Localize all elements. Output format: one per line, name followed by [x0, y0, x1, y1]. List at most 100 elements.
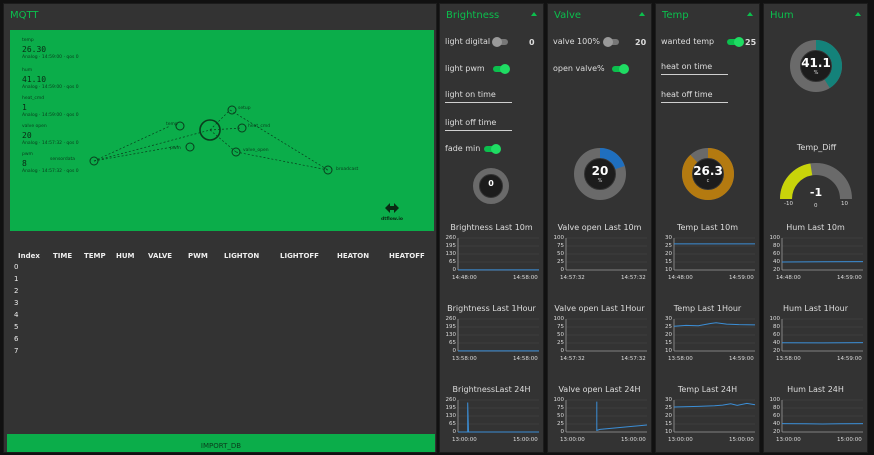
open-valve-label: open valve% — [553, 64, 605, 73]
y-tick-label: 260 — [445, 235, 457, 241]
flow-node-pwm — [185, 142, 195, 152]
table-header[interactable]: TEMP — [84, 252, 106, 260]
x-tick-label: 15:00:00 — [729, 437, 754, 443]
chart-title: Brightness Last 1Hour — [447, 304, 536, 313]
table-header[interactable]: PWM — [188, 252, 208, 260]
y-tick-label: 20 — [665, 413, 672, 419]
valve-switch-label: valve 100% — [553, 37, 600, 46]
temp-diff-max: 10 — [841, 201, 848, 207]
y-tick-label: 40 — [773, 340, 780, 346]
x-tick-label: 15:00:00 — [837, 437, 862, 443]
table-header[interactable]: HEATON — [337, 252, 369, 260]
y-tick-label: 130 — [445, 251, 457, 257]
y-tick-label: 60 — [773, 251, 780, 257]
temp-diff-mid: 0 — [814, 203, 818, 209]
x-tick-label: 14:57:32 — [621, 356, 646, 362]
valve-gauge-value: 20 — [591, 164, 609, 178]
light-on-time-field[interactable]: light on time — [445, 90, 512, 103]
y-tick-label: 0 — [560, 348, 565, 354]
light-digital-label: light digital — [445, 37, 491, 46]
table-row-index: 0 — [14, 263, 19, 271]
y-tick-label: 130 — [445, 332, 457, 338]
light-pwm-label: light pwm — [445, 64, 485, 73]
collapse-icon[interactable] — [855, 12, 861, 16]
x-tick-label: 13:00:00 — [560, 437, 585, 443]
mqtt-title: MQTT — [10, 10, 39, 21]
y-tick-label: 30 — [665, 316, 672, 322]
hum-gauge-value: 41.1 — [801, 56, 831, 70]
y-tick-label: 25 — [665, 243, 672, 249]
brightness-gauge-value: 0 — [488, 179, 494, 188]
temp-diff-min: -10 — [784, 201, 793, 207]
y-tick-label: 100 — [553, 316, 565, 322]
flow-node-label: pwm — [170, 146, 181, 151]
table-row-index: 4 — [14, 311, 19, 319]
flow-graph — [89, 105, 333, 175]
chart-title: Valve open Last 1Hour — [554, 304, 645, 313]
fade-min-label: fade min — [445, 144, 481, 153]
table-row-index: 1 — [14, 275, 19, 283]
heat-off-time-field[interactable]: heat off time — [661, 90, 728, 103]
mqtt-card: MQTT temp 26.30 Analog · 14:59:00 · qos 0h… — [3, 3, 437, 453]
y-tick-label: 75 — [557, 405, 564, 411]
table-header[interactable]: VALVE — [148, 252, 172, 260]
hum-gauge-unit: % — [813, 70, 819, 76]
brightness-title: Brightness — [446, 10, 500, 21]
chart-title: Hum Last 1Hour — [783, 304, 848, 313]
y-tick-label: 65 — [449, 340, 456, 346]
flow-node-setup — [227, 105, 237, 115]
table-header[interactable]: Index — [18, 252, 40, 260]
chart-title: Hum Last 10m — [786, 223, 845, 232]
x-tick-label: 13:58:00 — [776, 356, 801, 362]
table-row-index: 5 — [14, 323, 19, 331]
y-tick-label: 60 — [773, 332, 780, 338]
table-row-index: 2 — [14, 287, 19, 295]
y-tick-label: 75 — [557, 243, 564, 249]
valve-gauge-unit: % — [597, 178, 603, 184]
valve-title: Valve — [554, 10, 582, 21]
x-tick-label: 15:00:00 — [621, 437, 646, 443]
chart-title: Valve open Last 24H — [558, 385, 641, 394]
y-tick-label: 0 — [560, 267, 565, 273]
y-tick-label: 20 — [773, 267, 780, 273]
collapse-icon[interactable] — [531, 12, 537, 16]
y-tick-label: 0 — [452, 429, 457, 435]
chart-title: BrightnessLast 24H — [452, 385, 531, 394]
table-header[interactable]: HEATOFF — [389, 252, 425, 260]
temp-title: Temp — [662, 10, 689, 21]
y-tick-label: 80 — [773, 243, 780, 249]
light-off-time-field[interactable]: light off time — [445, 118, 512, 131]
x-tick-label: 14:48:00 — [452, 275, 477, 281]
wanted-temp-value: 25 — [745, 38, 757, 47]
table-header[interactable]: HUM — [116, 252, 135, 260]
y-tick-label: 25 — [665, 324, 672, 330]
heat-on-time-field[interactable]: heat on time — [661, 62, 728, 75]
wanted-temp-label: wanted temp — [661, 37, 715, 46]
flow-node-label: setup — [238, 106, 251, 111]
hum-title: Hum — [770, 10, 794, 21]
x-tick-label: 14:57:32 — [621, 275, 646, 281]
collapse-icon[interactable] — [747, 12, 753, 16]
table-header[interactable]: LIGHTON — [224, 252, 259, 260]
x-tick-label: 13:00:00 — [776, 437, 801, 443]
x-tick-label: 15:00:00 — [513, 437, 538, 443]
collapse-icon[interactable] — [639, 12, 645, 16]
chart-title: Temp Last 24H — [677, 385, 738, 394]
flow-view[interactable]: temp 26.30 Analog · 14:59:00 · qos 0 hum 41.… — [10, 30, 434, 231]
y-tick-label: 0 — [452, 348, 457, 354]
x-tick-label: 14:58:00 — [513, 356, 538, 362]
import-db-button[interactable]: IMPORT_DB — [7, 434, 435, 452]
table-header[interactable]: LIGHTOFF — [280, 252, 319, 260]
y-tick-label: 195 — [445, 324, 457, 330]
flow-node-label: temp — [166, 122, 178, 127]
flow-node-label: valve_open — [243, 148, 269, 153]
chart-title: Temp Last 1Hour — [673, 304, 742, 313]
y-tick-label: 25 — [557, 421, 564, 427]
x-tick-label: 14:59:00 — [729, 275, 754, 281]
y-tick-label: 10 — [665, 429, 672, 435]
y-tick-label: 25 — [665, 405, 672, 411]
y-tick-label: 50 — [557, 413, 564, 419]
table-header[interactable]: TIME — [53, 252, 72, 260]
y-tick-label: 100 — [769, 235, 781, 241]
x-tick-label: 14:59:00 — [729, 356, 754, 362]
